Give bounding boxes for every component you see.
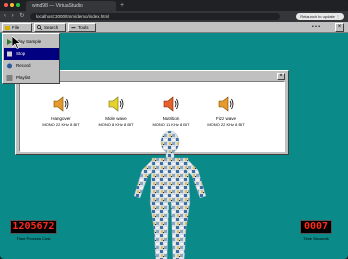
toolbar-label: Search [44, 25, 59, 30]
process-cost-counter: 1205672 Time Process Cost [10, 220, 57, 241]
menu-item-label: Stop [16, 51, 26, 56]
menu-item-label: Playlist [16, 75, 31, 80]
sound-meta: MONO 8 KHz 8 BIT [98, 122, 134, 127]
sound-item[interactable]: Hangover MONO 22 KHz 8 BIT [36, 95, 86, 145]
wrench-icon [71, 27, 76, 29]
toolbar-close-button[interactable]: × [335, 23, 344, 32]
tab-bar: wind98 — VirtuaStudio + [0, 0, 348, 11]
app-toolbar: File Search Tools • • • × [0, 22, 348, 33]
menu-item-stop[interactable]: Stop [4, 48, 59, 60]
toolbar-button-search[interactable]: Search [34, 23, 66, 32]
new-tab-button[interactable]: + [120, 1, 124, 11]
dropdown-menu: Play Sample Stop Record Playlist [2, 33, 60, 84]
toolbar-more[interactable]: • • • [312, 24, 320, 30]
sound-meta: MONO 22 KHz 8 BIT [207, 122, 245, 127]
speaker-icon [108, 96, 124, 112]
sound-name: Nutrition [162, 116, 180, 121]
menu-item-label: Record [16, 63, 31, 68]
active-tab[interactable]: wind98 — VirtuaStudio [26, 1, 116, 11]
maximize-window-dot[interactable] [16, 3, 20, 7]
close-window-dot[interactable] [4, 3, 8, 7]
sound-name: Mole wave [105, 116, 127, 121]
sound-meta: MONO 11 KHz 8 BIT [152, 122, 190, 127]
led-display: 0007 [300, 220, 332, 234]
address-bar-row: ‹ › ↻ localhost:3000/tmm/demo/index.html… [0, 11, 348, 22]
speaker-icon [218, 96, 234, 112]
browser-window: wind98 — VirtuaStudio + ‹ › ↻ localhost:… [0, 0, 348, 259]
toolbar-label: File [12, 25, 20, 30]
toolbar-label: Tools [78, 25, 89, 30]
toolbar-button-file[interactable]: File [2, 23, 32, 32]
window-controls [4, 3, 20, 7]
search-icon [37, 25, 42, 30]
menu-item-record[interactable]: Record [4, 60, 59, 72]
mouse-cursor-icon [12, 36, 21, 49]
counter-label: Time Seconds [303, 236, 329, 241]
led-display: 1205672 [10, 220, 57, 234]
menu-item-playlist[interactable]: Playlist [4, 72, 59, 84]
toolbar-button-tools[interactable]: Tools [68, 23, 96, 32]
playlist-icon [6, 75, 13, 81]
desktop: File Search Tools • • • × × Hangover MON… [0, 22, 348, 259]
stop-icon [7, 51, 12, 57]
relaunch-button[interactable]: Relaunch to update ⋮ [296, 13, 344, 20]
speaker-icon [163, 96, 179, 112]
minimize-window-dot[interactable] [10, 3, 14, 7]
sound-name: Hangover [51, 116, 71, 121]
record-icon [7, 63, 12, 69]
sound-name: Fizz wave [215, 116, 236, 121]
sound-meta: MONO 22 KHz 8 BIT [42, 122, 80, 127]
seconds-counter: 0007 Time Seconds [300, 220, 332, 241]
dialog-close-button[interactable]: × [277, 73, 285, 80]
icon-collage-human-figure [133, 130, 207, 259]
speaker-icon [53, 96, 69, 112]
folder-icon [5, 26, 10, 30]
navigation-buttons[interactable]: ‹ › ↻ [4, 12, 26, 21]
url-field[interactable]: localhost:3000/tmm/demo/index.html [30, 13, 280, 20]
counter-label: Time Process Cost [16, 236, 51, 241]
